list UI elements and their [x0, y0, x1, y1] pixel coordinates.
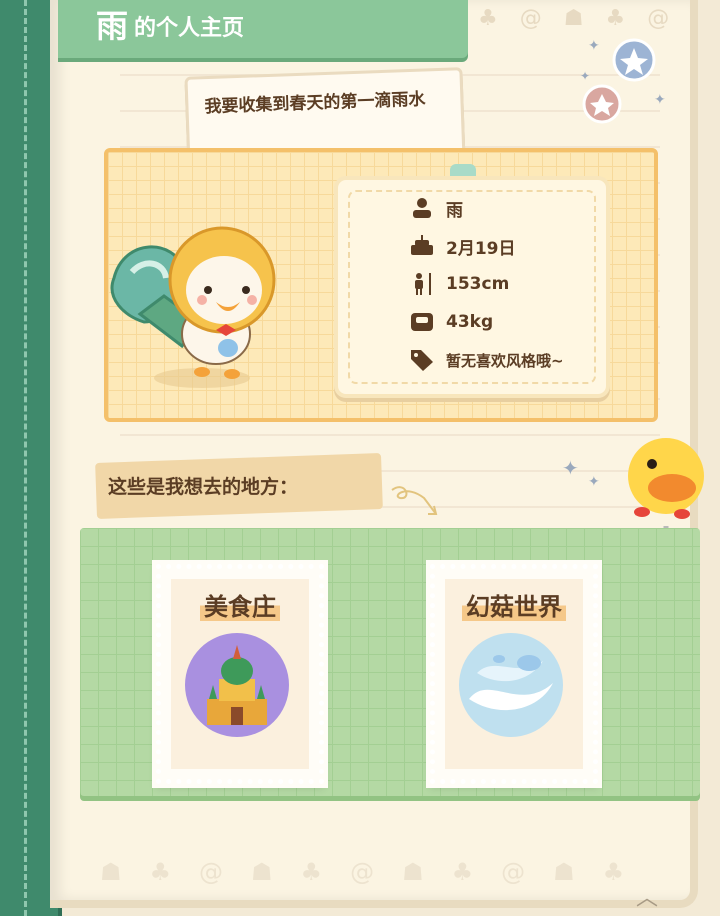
- chevron-up-icon[interactable]: ︿: [636, 880, 658, 912]
- info-row-name: 雨: [408, 194, 463, 222]
- height-icon: [408, 270, 436, 298]
- scale-icon: [408, 308, 436, 336]
- top-decoration-icons: ♣ @ ☗ ♣ @: [478, 6, 669, 31]
- info-value: 43kg: [446, 312, 494, 332]
- svg-text:✦: ✦: [580, 69, 590, 83]
- character-avatar[interactable]: [104, 218, 294, 396]
- section-heading: 这些是我想去的地方：: [108, 476, 299, 498]
- info-value: 雨: [446, 200, 463, 221]
- cat-icon: ☗: [563, 6, 584, 31]
- club-icon: ♣: [451, 858, 474, 886]
- info-row-height: 153cm: [408, 270, 509, 298]
- bottom-decoration-icons: ☗ ♣ @ ☗ ♣ @ ☗ ♣ @ ☗ ♣: [100, 858, 624, 886]
- birthday-cake-icon: [408, 232, 436, 260]
- destination-name: 幻菇世界: [435, 587, 593, 622]
- club-icon: ♣: [300, 858, 323, 886]
- page-title: 雨 的个人主页: [96, 8, 244, 44]
- destination-stamp[interactable]: 幻菇世界: [430, 564, 598, 784]
- person-icon: [408, 194, 436, 222]
- curly-arrow-icon: [391, 486, 438, 515]
- motto-text: 我要收集到春天的第一滴雨水: [204, 89, 426, 118]
- swirl-icon: @: [647, 6, 670, 31]
- club-icon: ♣: [149, 858, 172, 886]
- profile-name: 雨: [96, 7, 129, 45]
- destination-stamp[interactable]: 美食庄: [156, 564, 324, 784]
- destination-name: 美食庄: [161, 587, 319, 622]
- sparkle-icon: ✦: [562, 456, 579, 480]
- info-value: 2月19日: [446, 238, 516, 259]
- club-icon: ♣: [602, 858, 625, 886]
- cat-icon: ☗: [402, 858, 424, 886]
- info-row-birthday: 2月19日: [408, 232, 516, 260]
- destination-name-text: 美食庄: [200, 593, 280, 621]
- svg-text:✦: ✦: [654, 92, 666, 108]
- swirl-icon: @: [519, 6, 542, 31]
- info-value: 153cm: [446, 274, 510, 294]
- swirl-icon: @: [199, 858, 224, 886]
- tag-icon: [408, 346, 436, 374]
- swirl-icon: @: [501, 858, 526, 886]
- flower-decoration-icon: ✦ ✦ ✦: [580, 38, 666, 124]
- page-title-suffix: 的个人主页: [134, 16, 245, 41]
- cat-icon: ☗: [251, 858, 273, 886]
- destination-name-text: 幻菇世界: [462, 593, 566, 621]
- cat-icon: ☗: [100, 858, 122, 886]
- cat-icon: ☗: [553, 858, 575, 886]
- club-icon: ♣: [478, 6, 498, 31]
- swirl-icon: @: [350, 858, 375, 886]
- palace-icon: [185, 633, 289, 737]
- cloud-swirl-icon: [459, 633, 563, 737]
- info-row-weight: 43kg: [408, 308, 493, 336]
- svg-text:✦: ✦: [588, 38, 600, 54]
- sparkle-icon: ✦: [588, 474, 600, 490]
- info-row-style: 暂无喜欢风格哦~: [408, 346, 564, 374]
- info-value: 暂无喜欢风格哦~: [446, 351, 564, 370]
- club-icon: ♣: [605, 6, 626, 31]
